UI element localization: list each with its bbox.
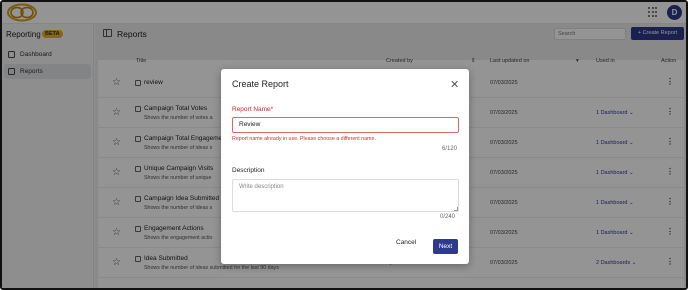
create-report-dialog: Create Report ✕ Report Name* Review Repo… <box>221 69 469 264</box>
app-frame: D Reporting BETA Dashboard Reports Repor… <box>0 0 688 290</box>
description-label: Description <box>232 167 265 174</box>
close-icon[interactable]: ✕ <box>450 78 459 91</box>
report-name-counter: 6/120 <box>442 146 458 152</box>
description-textarea[interactable]: Write description <box>232 179 459 212</box>
report-name-error: Report name already in use. Please choos… <box>232 136 376 142</box>
dialog-title: Create Report <box>232 79 289 89</box>
report-name-label: Report Name* <box>232 106 274 113</box>
description-counter: 0/240 <box>440 214 456 220</box>
report-name-input[interactable]: Review <box>232 117 459 133</box>
next-button[interactable]: Next <box>433 239 458 254</box>
cancel-button[interactable]: Cancel <box>396 239 416 246</box>
resize-handle-icon[interactable] <box>454 207 458 211</box>
